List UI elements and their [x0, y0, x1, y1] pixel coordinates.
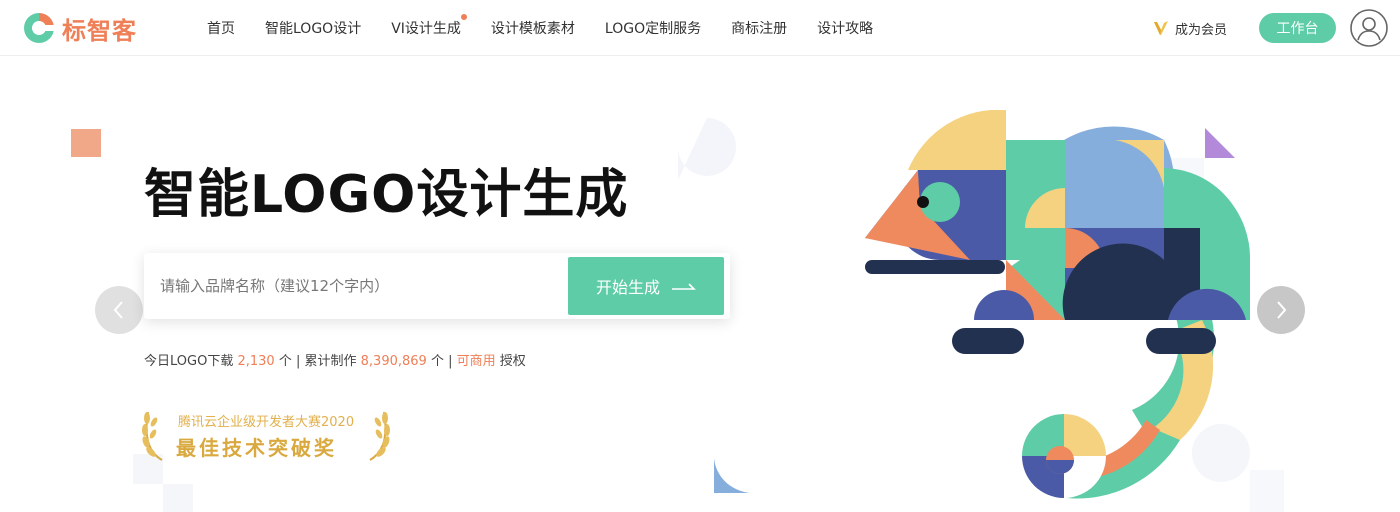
workbench-button[interactable]: 工作台	[1259, 13, 1336, 43]
stats-made-prefix: 累计制作	[304, 354, 357, 369]
nav-item-smart-logo[interactable]: 智能LOGO设计	[265, 18, 361, 38]
become-member-link[interactable]: 成为会员	[1152, 17, 1227, 39]
arrow-right-icon	[672, 283, 696, 290]
chevron-right-icon	[1277, 301, 1287, 319]
carousel-next-button[interactable]	[1257, 286, 1305, 334]
stats-license-label: 授权	[499, 354, 526, 369]
stats-download-unit: 个 |	[278, 354, 301, 369]
nav-item-vi-design-label: VI设计生成	[391, 21, 461, 37]
carousel-prev-button[interactable]	[95, 286, 143, 334]
laurel-icon	[369, 411, 390, 461]
stats-made-count: 8,390,869	[360, 354, 427, 369]
hero-title: 智能LOGO设计生成	[144, 165, 629, 225]
laurel-icon	[142, 411, 163, 461]
decor-drop-shape	[678, 118, 736, 180]
stats-download-prefix: 今日LOGO下载	[144, 354, 234, 369]
nav-item-guides[interactable]: 设计攻略	[817, 18, 873, 38]
nav-item-custom-logo[interactable]: LOGO定制服务	[605, 18, 701, 38]
decor-blue-quarter	[714, 455, 756, 493]
stats-download-count: 2,130	[237, 354, 275, 369]
nav-item-vi-design[interactable]: VI设计生成	[391, 14, 467, 38]
nav-item-templates[interactable]: 设计模板素材	[491, 18, 575, 38]
user-avatar-icon[interactable]	[1350, 9, 1388, 47]
commercial-use-link[interactable]: 可商用	[457, 354, 496, 369]
brand-logo[interactable]: 标智客	[22, 10, 137, 46]
top-header: 标智客 首页 智能LOGO设计 VI设计生成 设计模板素材 LOGO定制服务 商…	[0, 0, 1400, 56]
award-subtitle: 腾讯云企业级开发者大赛2020	[178, 415, 355, 430]
main-nav: 首页 智能LOGO设计 VI设计生成 设计模板素材 LOGO定制服务 商标注册 …	[192, 0, 888, 56]
decor-grid-square	[163, 484, 193, 512]
chameleon-illustration	[865, 110, 1251, 499]
nav-item-trademark[interactable]: 商标注册	[731, 18, 787, 38]
download-stats: 今日LOGO下载 2,130 个 | 累计制作 8,390,869 个 | 可商…	[144, 350, 526, 369]
brand-search-box: 开始生成	[144, 253, 730, 319]
chevron-left-icon	[113, 301, 123, 319]
award-title: 最佳技术突破奖	[176, 436, 337, 460]
brand-name-input[interactable]	[160, 272, 560, 300]
start-generate-button[interactable]: 开始生成	[568, 257, 724, 315]
vip-crown-icon	[1154, 21, 1168, 35]
new-badge-dot	[460, 14, 467, 20]
nav-item-home[interactable]: 首页	[207, 18, 235, 38]
award-badge: 腾讯云企业级开发者大赛2020 最佳技术突破奖	[140, 402, 396, 466]
logo-icon	[24, 13, 55, 43]
vip-label: 成为会员	[1175, 22, 1228, 38]
stats-made-unit: 个 |	[430, 354, 453, 369]
decor-orange-square	[71, 129, 101, 157]
brand-name: 标智客	[62, 16, 137, 45]
start-generate-label: 开始生成	[595, 278, 660, 297]
